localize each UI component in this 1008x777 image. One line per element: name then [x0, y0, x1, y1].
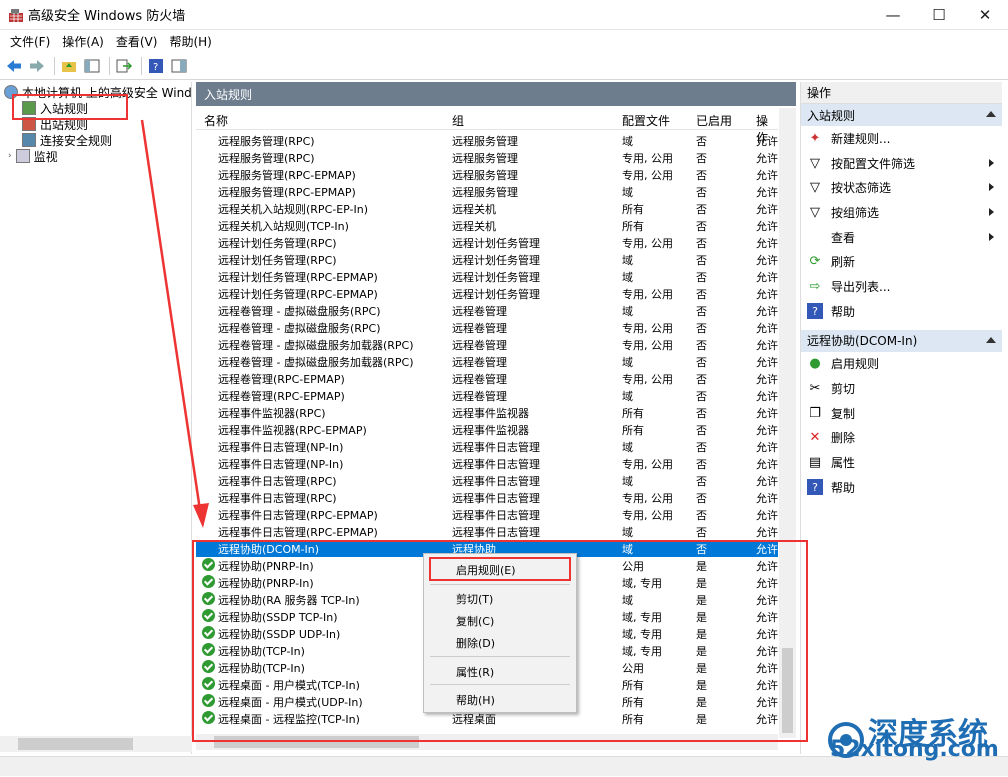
- annotation-arrow: [140, 119, 209, 528]
- svg-text:52xitong.com: 52xitong.com: [830, 737, 999, 762]
- watermark-logo: 深度系统 52xitong.com: [820, 706, 1005, 774]
